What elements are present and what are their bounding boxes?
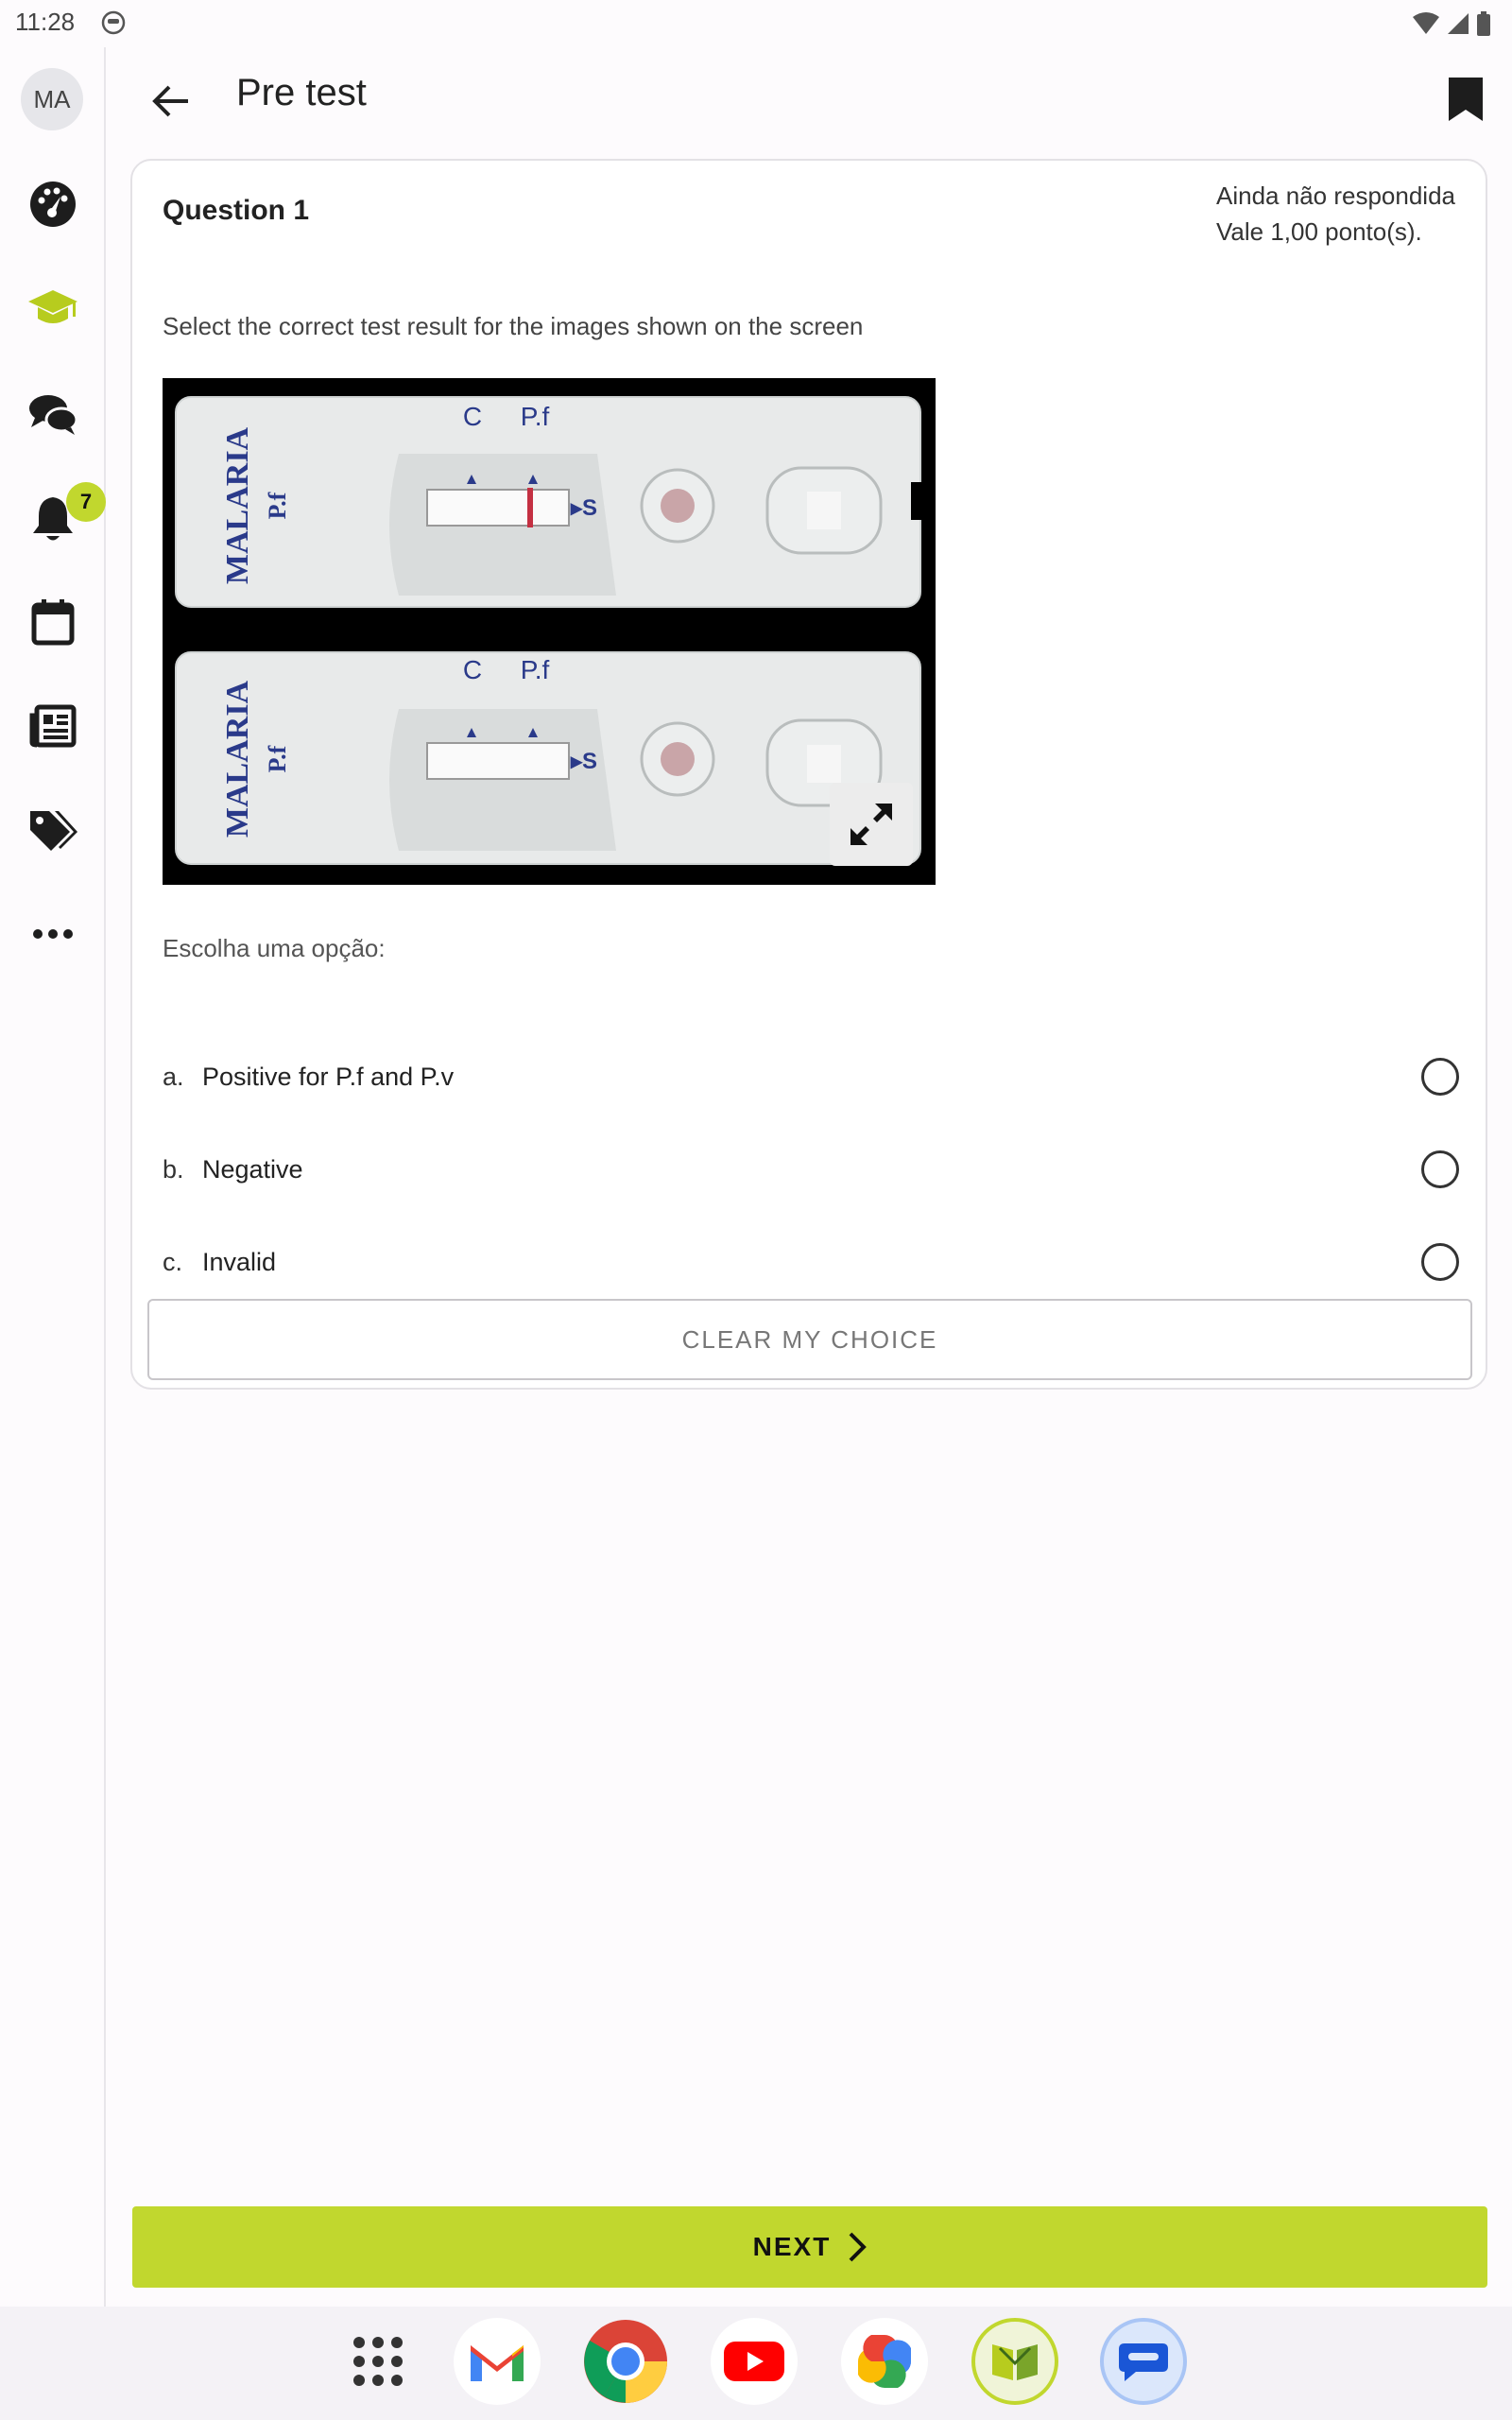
messages-app-icon [1119, 2343, 1168, 2381]
chrome-icon [584, 2320, 667, 2403]
avatar-initials: MA [33, 84, 71, 113]
option-b-radio[interactable] [1421, 1150, 1459, 1188]
bookmark-button[interactable] [1433, 66, 1499, 132]
arrow-back-icon [152, 85, 188, 117]
option-c-radio[interactable] [1421, 1243, 1459, 1281]
page-title: Pre test [236, 72, 367, 113]
rail-item-messages[interactable] [21, 382, 85, 446]
chrome-app[interactable] [582, 2318, 669, 2405]
graduation-cap-icon [28, 290, 77, 323]
youtube-icon [724, 2342, 784, 2381]
option-a-radio[interactable] [1421, 1058, 1459, 1096]
strip-2-c-label: C [463, 655, 482, 684]
youtube-app[interactable] [711, 2318, 798, 2405]
strip-1-brand: MALARIA [220, 426, 255, 584]
expand-icon [850, 804, 892, 845]
option-c[interactable]: c. Invalid [163, 1223, 1459, 1301]
more-icon [33, 929, 73, 939]
strip-1-c-label: C [463, 402, 482, 431]
option-label: Invalid [202, 1247, 277, 1276]
rail-item-more[interactable] [21, 902, 85, 966]
messages-app[interactable] [1100, 2318, 1187, 2405]
battery-icon [1477, 11, 1490, 36]
option-a[interactable]: a. Positive for P.f and P.v [163, 1038, 1459, 1115]
news-icon [29, 704, 77, 748]
tags-icon [30, 811, 77, 851]
question-status-points: Vale 1,00 ponto(s). [1216, 217, 1422, 246]
app-dock [0, 2307, 1512, 2420]
option-letter: c. [163, 1247, 183, 1276]
status-bar: 11:28 [0, 0, 1512, 47]
strip-1-pf-label: P.f [521, 402, 550, 431]
gmail-icon [471, 2345, 524, 2381]
photos-icon [858, 2335, 911, 2388]
option-letter: a. [163, 1062, 184, 1091]
strip-2-s-label: ▸S [570, 749, 597, 774]
question-card: Question 1 Ainda não respondida Vale 1,0… [130, 159, 1487, 1390]
option-label: Negative [202, 1154, 303, 1184]
photos-app[interactable] [841, 2318, 928, 2405]
rail-item-courses[interactable] [21, 276, 85, 340]
option-b[interactable]: b. Negative [163, 1131, 1459, 1208]
rail-item-news[interactable] [21, 694, 85, 758]
status-time: 11:28 [15, 8, 76, 36]
app-drawer-button[interactable] [335, 2318, 421, 2405]
question-status: Ainda não respondida Vale 1,00 ponto(s). [1216, 178, 1455, 250]
gmail-app[interactable] [454, 2318, 541, 2405]
app-bar: Pre test [106, 47, 1512, 161]
malaria-test-strips-image: MALARIA P.f C P.f ▸S MALARIA P.f C P.f ▸… [163, 378, 936, 885]
strip-2-pf-label: P.f [521, 655, 550, 684]
question-status-answered: Ainda não respondida [1216, 182, 1455, 210]
question-text: Select the correct test result for the i… [163, 312, 864, 340]
expand-image-button[interactable] [830, 783, 913, 866]
moodle-books-app[interactable] [971, 2318, 1058, 2405]
app-drawer-icon [353, 2337, 403, 2386]
wifi-icon [1413, 12, 1439, 34]
next-label: NEXT [752, 2232, 832, 2261]
question-image[interactable]: MALARIA P.f C P.f ▸S MALARIA P.f C P.f ▸… [163, 378, 936, 885]
strip-2-sub: P.f [264, 745, 291, 772]
option-letter: b. [163, 1154, 184, 1184]
choose-option-label: Escolha uma opção: [163, 934, 386, 962]
back-button[interactable] [138, 68, 204, 134]
option-label: Positive for P.f and P.v [202, 1062, 455, 1091]
rail-item-calendar[interactable] [21, 590, 85, 654]
avatar[interactable]: MA [21, 68, 83, 130]
chevron-right-icon [849, 2232, 868, 2262]
test-strip-1: MALARIA P.f C P.f ▸S [175, 396, 922, 608]
strip-2-brand: MALARIA [220, 680, 255, 838]
test-strip-2: MALARIA P.f C P.f ▸S [175, 651, 921, 865]
next-button[interactable]: NEXT [132, 2206, 1487, 2288]
clear-choice-button[interactable]: CLEAR MY CHOICE [147, 1299, 1472, 1380]
status-icons [1412, 9, 1491, 38]
strip-1-s-label: ▸S [570, 495, 597, 521]
rail-item-dashboard[interactable] [21, 172, 85, 236]
navigation-rail: MA 7 [0, 47, 106, 2307]
moodle-books-icon [992, 2344, 1038, 2380]
status-notification-icon [101, 10, 126, 35]
notification-badge: 7 [66, 482, 106, 522]
bookmark-icon [1449, 78, 1483, 121]
dashboard-icon [30, 182, 76, 227]
rail-item-tags[interactable] [21, 798, 85, 862]
question-title: Question 1 [163, 195, 310, 226]
signal-icon [1448, 13, 1469, 34]
messages-icon [29, 395, 78, 435]
strip-1-sub: P.f [264, 492, 291, 519]
calendar-icon [31, 599, 75, 646]
